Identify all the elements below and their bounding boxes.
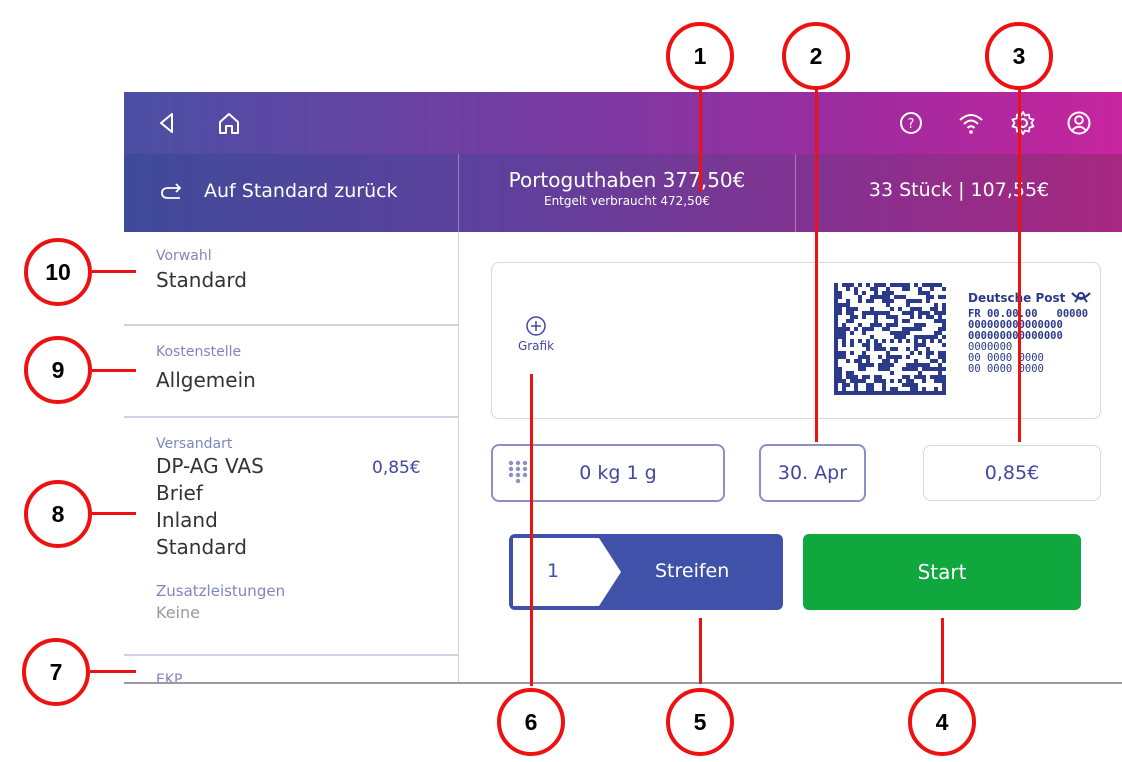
main-panel: Grafik Deutsche Post FR 00.00.00 00000 00… — [459, 232, 1122, 682]
plus-circle-icon — [525, 315, 547, 337]
back-icon[interactable] — [152, 108, 182, 138]
start-label: Start — [917, 560, 967, 584]
callout-leader-10 — [92, 270, 136, 273]
reset-icon — [158, 179, 186, 207]
code-line: 00 0000 0000 — [968, 363, 1044, 375]
callout-leader-9 — [92, 369, 136, 372]
weight-value: 0 kg 1 g — [579, 462, 657, 484]
info-bar: Auf Standard zurück Portoguthaben 377,50… — [124, 154, 1122, 232]
piece-count: 33 Stück | 107,55€ — [868, 179, 1050, 201]
callout-5: 5 — [666, 688, 734, 756]
mode-label: Streifen — [655, 560, 730, 582]
datamatrix-code — [834, 283, 946, 395]
callout-1: 1 — [666, 22, 734, 90]
extras-value: Keine — [156, 603, 200, 622]
shipping-line: Inland — [156, 508, 218, 532]
wifi-icon[interactable] — [956, 108, 986, 138]
reset-label: Auf Standard zurück — [204, 180, 398, 202]
franking-codes: FR 00.00.00 00000 000000000000000 00000000… — [968, 309, 1088, 375]
brand-name: Deutsche Post — [968, 291, 1066, 305]
shipping-label: Versandart — [156, 436, 233, 452]
postage-credit-panel[interactable]: Portoguthaben 377,50€ Entgelt verbraucht… — [459, 154, 795, 232]
cost-center-item[interactable]: Kostenstelle Allgemein — [124, 326, 458, 418]
ekp-label: EKP — [156, 672, 183, 682]
extras-label: Zusatzleistungen — [156, 582, 286, 600]
date-value: 30. Apr — [777, 462, 848, 484]
device-screen: ? Auf Standard zurück Portoguthaben 377,… — [124, 92, 1122, 682]
account-icon[interactable] — [1064, 108, 1094, 138]
callout-leader-3 — [1018, 88, 1021, 442]
add-graphic-button[interactable]: Grafik — [514, 315, 558, 353]
settings-sidebar: Vorwahl Standard Kostenstelle Allgemein … — [124, 232, 459, 682]
callout-leader-2 — [815, 88, 818, 442]
home-icon[interactable] — [214, 108, 244, 138]
svg-text:?: ? — [908, 117, 915, 132]
callout-9: 9 — [24, 336, 92, 404]
callout-7: 7 — [22, 638, 90, 706]
callout-leader-6 — [530, 374, 533, 686]
postage-used: Entgelt verbraucht 472,50€ — [543, 194, 711, 208]
preset-label: Vorwahl — [156, 248, 212, 264]
ekp-item[interactable]: EKP — [124, 656, 458, 682]
settings-icon[interactable] — [1008, 108, 1038, 138]
count-value: 1 — [547, 560, 560, 582]
postage-value: 0,85€ — [984, 462, 1040, 484]
callout-leader-4 — [941, 618, 944, 684]
callout-leader-8 — [92, 512, 136, 515]
screen-bottom-edge — [124, 682, 1122, 684]
piece-count-panel[interactable]: 33 Stück | 107,55€ — [796, 154, 1122, 232]
shipping-price: 0,85€ — [372, 458, 421, 478]
start-button[interactable]: Start — [803, 534, 1081, 610]
cost-center-label: Kostenstelle — [156, 344, 242, 360]
reset-to-default-button[interactable]: Auf Standard zurück — [124, 154, 458, 232]
postage-amount-button[interactable]: 0,85€ — [923, 445, 1101, 501]
keypad-icon — [507, 459, 529, 485]
callout-8: 8 — [24, 480, 92, 548]
post-horn-icon — [1070, 289, 1092, 305]
count-mode-button[interactable]: 1 Streifen — [509, 534, 783, 610]
cost-center-value: Allgemein — [156, 368, 256, 392]
callout-leader-5 — [699, 618, 702, 684]
callout-leader-7 — [90, 670, 136, 673]
weight-button[interactable]: 0 kg 1 g — [491, 444, 725, 502]
add-graphic-label: Grafik — [517, 339, 555, 353]
shipping-line: Brief — [156, 481, 203, 505]
callout-6: 6 — [497, 688, 565, 756]
callout-3: 3 — [985, 22, 1053, 90]
callout-4: 4 — [908, 688, 976, 756]
shipping-method-item[interactable]: Versandart DP-AG VAS Brief Inland Standa… — [124, 418, 458, 656]
top-bar: ? — [124, 92, 1122, 154]
preset-item[interactable]: Vorwahl Standard — [124, 232, 458, 326]
date-button[interactable]: 30. Apr — [759, 444, 866, 502]
stamp-preview: Grafik Deutsche Post FR 00.00.00 00000 00… — [491, 262, 1101, 419]
preset-value: Standard — [156, 268, 247, 292]
brand-label: Deutsche Post — [968, 289, 1092, 305]
callout-2: 2 — [782, 22, 850, 90]
shipping-line: Standard — [156, 535, 247, 559]
shipping-line: DP-AG VAS — [156, 454, 264, 478]
postage-credit: Portoguthaben 377,50€ — [508, 168, 746, 192]
help-icon[interactable]: ? — [896, 108, 926, 138]
callout-10: 10 — [24, 238, 92, 306]
callout-leader-1 — [699, 88, 702, 192]
